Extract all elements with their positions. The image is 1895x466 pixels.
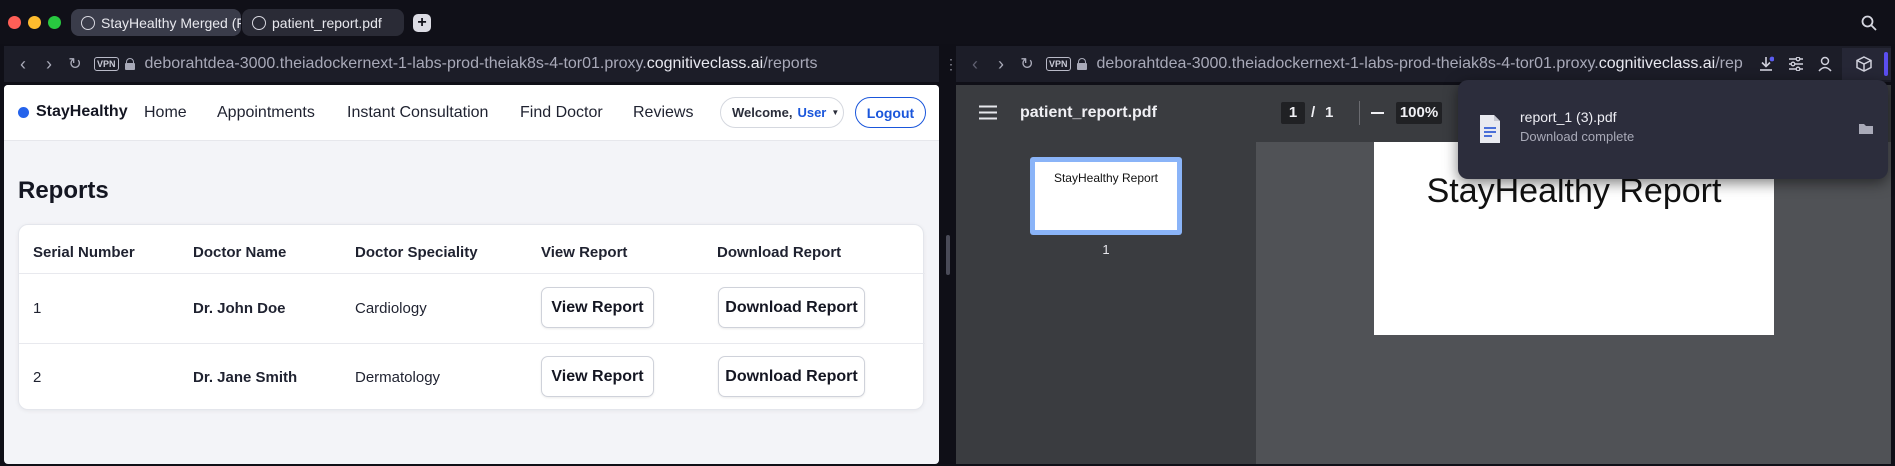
url-host: cognitiveclass.ai xyxy=(646,55,764,72)
thumbnail-text: StayHealthy Report xyxy=(1053,171,1159,185)
settings-sliders-icon[interactable] xyxy=(1788,57,1804,71)
speciality-cell: Cardiology xyxy=(355,300,427,317)
reload-icon[interactable]: ↻ xyxy=(1014,54,1040,74)
user-name: User xyxy=(797,105,827,120)
stayhealthy-webpage: StayHealthy Home Appointments Instant Co… xyxy=(4,85,939,464)
vpn-badge[interactable]: VPN xyxy=(1046,57,1071,71)
header-doctor-name: Doctor Name xyxy=(193,244,287,261)
download-report-button[interactable]: Download Report xyxy=(718,356,865,397)
view-report-button[interactable]: View Report xyxy=(541,287,654,328)
serial-cell: 1 xyxy=(33,300,42,317)
tab-patient-report[interactable]: patient_report.pdf xyxy=(242,9,404,36)
globe-icon xyxy=(252,15,266,30)
url-field[interactable]: deborahtdea-3000.theiadockernext-1-labs-… xyxy=(1097,55,1743,73)
url-prefix: deborahtdea-3000.theiadockernext-1-labs-… xyxy=(144,55,647,72)
speciality-cell: Dermatology xyxy=(355,369,441,386)
url-prefix: deborahtdea-3000.theiadockernext-1-labs-… xyxy=(1096,55,1599,72)
pdf-page-area: StayHealthy Report xyxy=(1256,142,1891,464)
right-address-bar: ‹ › ↻ VPN deborahtdea-3000.theiadockerne… xyxy=(956,46,1891,82)
url-path: /rep xyxy=(1715,55,1743,72)
nav-home[interactable]: Home xyxy=(144,104,187,122)
table-row: 2 Dr. Jane Smith Dermatology View Report… xyxy=(19,344,925,411)
brand-logo[interactable]: StayHealthy xyxy=(36,103,128,121)
tab-label: StayHealthy Merged (F xyxy=(101,14,241,31)
page-title: Reports xyxy=(18,177,109,204)
serial-cell: 2 xyxy=(33,369,42,386)
forward-icon[interactable]: › xyxy=(988,54,1014,75)
page-separator: / xyxy=(1311,104,1316,121)
sidebar-handle[interactable] xyxy=(1884,52,1888,76)
search-icon[interactable] xyxy=(1861,15,1877,31)
url-field[interactable]: deborahtdea-3000.theiadockernext-1-labs-… xyxy=(145,55,818,73)
folder-icon[interactable] xyxy=(1858,122,1874,135)
extension-cube-icon[interactable] xyxy=(1856,56,1872,72)
user-menu[interactable]: Welcome, User ▼ xyxy=(720,97,844,128)
browser-titlebar: StayHealthy Merged (F patient_report.pdf… xyxy=(0,0,1895,44)
nav-find-doctor[interactable]: Find Doctor xyxy=(520,104,603,122)
reload-icon[interactable]: ↻ xyxy=(62,54,88,74)
close-window-icon[interactable] xyxy=(8,16,21,29)
thumbnail-page-number: 1 xyxy=(1102,242,1110,257)
page-number-input[interactable]: 1 xyxy=(1281,102,1305,124)
download-status: Download complete xyxy=(1520,129,1635,144)
vpn-badge[interactable]: VPN xyxy=(94,57,119,71)
brand-dot-icon xyxy=(18,107,29,118)
new-tab-button[interactable]: + xyxy=(413,14,431,32)
chevron-down-icon: ▼ xyxy=(831,108,840,117)
welcome-text: Welcome, xyxy=(732,105,793,120)
hamburger-menu-icon[interactable] xyxy=(979,105,997,120)
pdf-filename: patient_report.pdf xyxy=(1020,104,1157,121)
download-filename[interactable]: report_1 (3).pdf xyxy=(1520,109,1617,125)
header-download-report: Download Report xyxy=(717,244,842,261)
download-popup: report_1 (3).pdf Download complete xyxy=(1458,80,1888,179)
site-navbar: StayHealthy Home Appointments Instant Co… xyxy=(4,85,939,141)
header-serial-number: Serial Number xyxy=(33,244,135,261)
header-view-report: View Report xyxy=(541,244,628,261)
page-total: 1 xyxy=(1325,104,1334,121)
lock-icon[interactable] xyxy=(124,58,135,70)
download-icon[interactable] xyxy=(1758,56,1774,72)
globe-icon xyxy=(81,15,95,30)
profile-icon[interactable] xyxy=(1818,56,1832,72)
reports-table: Serial Number Doctor Name Doctor Special… xyxy=(18,224,925,411)
toolbar-divider xyxy=(1359,101,1360,125)
back-icon[interactable]: ‹ xyxy=(962,54,988,75)
back-icon[interactable]: ‹ xyxy=(10,54,36,75)
forward-icon[interactable]: › xyxy=(36,54,62,75)
page-thumbnail[interactable]: StayHealthy Report xyxy=(1030,157,1182,235)
lock-icon[interactable] xyxy=(1076,58,1087,70)
pane-splitter-handle[interactable] xyxy=(946,235,950,275)
url-host: cognitiveclass.ai xyxy=(1598,55,1716,72)
download-report-button[interactable]: Download Report xyxy=(718,287,865,328)
thumbnail-sidebar: StayHealthy Report 1 xyxy=(956,142,1256,464)
doctor-name-cell: Dr. Jane Smith xyxy=(193,369,298,386)
zoom-out-icon[interactable] xyxy=(1371,112,1384,114)
minimize-window-icon[interactable] xyxy=(28,16,41,29)
nav-instant-consultation[interactable]: Instant Consultation xyxy=(347,104,488,122)
nav-appointments[interactable]: Appointments xyxy=(217,104,315,122)
doctor-name-cell: Dr. John Doe xyxy=(193,300,286,317)
nav-reviews[interactable]: Reviews xyxy=(633,104,693,122)
left-address-bar: ‹ › ↻ VPN deborahtdea-3000.theiadockerne… xyxy=(4,46,939,82)
maximize-window-icon[interactable] xyxy=(48,16,61,29)
table-row: 1 Dr. John Doe Cardiology View Report Do… xyxy=(19,274,925,343)
browser-toolbar-icons xyxy=(1752,48,1891,80)
pdf-file-icon xyxy=(1480,115,1500,143)
tab-stayhealthy[interactable]: StayHealthy Merged (F xyxy=(71,9,241,36)
header-doctor-speciality: Doctor Speciality xyxy=(355,244,478,261)
view-report-button[interactable]: View Report xyxy=(541,356,654,397)
logout-button[interactable]: Logout xyxy=(855,97,926,128)
url-path: /reports xyxy=(763,55,818,72)
tab-label: patient_report.pdf xyxy=(272,14,382,31)
zoom-input[interactable]: 100% xyxy=(1396,102,1442,124)
